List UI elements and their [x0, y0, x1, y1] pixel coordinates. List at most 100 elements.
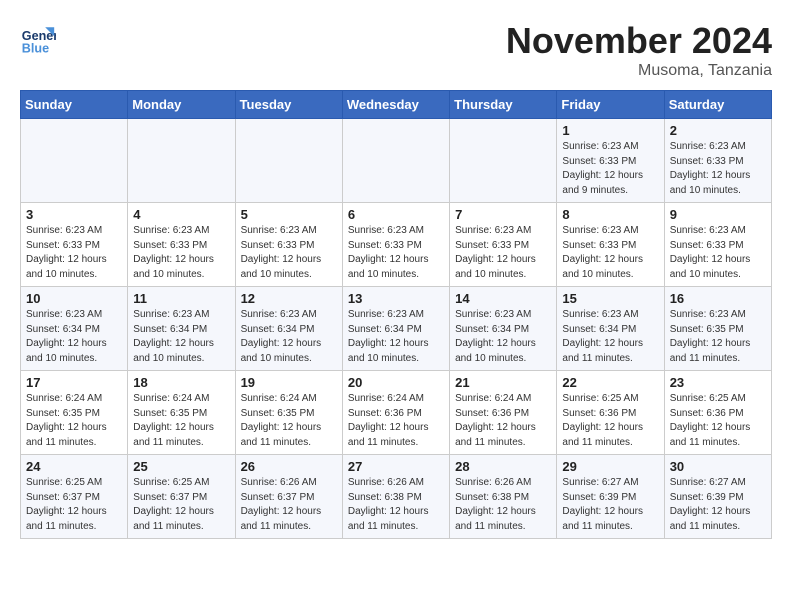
day-number: 8	[562, 207, 658, 222]
day-cell-6: 6Sunrise: 6:23 AM Sunset: 6:33 PM Daylig…	[342, 203, 449, 287]
day-number: 19	[241, 375, 337, 390]
day-cell-19: 19Sunrise: 6:24 AM Sunset: 6:35 PM Dayli…	[235, 371, 342, 455]
week-row-2: 10Sunrise: 6:23 AM Sunset: 6:34 PM Dayli…	[21, 287, 772, 371]
month-title: November 2024	[506, 20, 772, 62]
day-number: 4	[133, 207, 229, 222]
day-info: Sunrise: 6:26 AM Sunset: 6:38 PM Dayligh…	[348, 476, 444, 534]
day-number: 13	[348, 291, 444, 306]
day-info: Sunrise: 6:23 AM Sunset: 6:33 PM Dayligh…	[26, 224, 122, 282]
day-number: 21	[455, 375, 551, 390]
day-cell-27: 27 Sunrise: 6:26 AM Sunset: 6:38 PM Dayli…	[342, 455, 449, 539]
day-info: Sunrise: 6:24 AM Sunset: 6:36 PM Dayligh…	[348, 392, 444, 450]
day-number: 22	[562, 375, 658, 390]
day-info: Sunrise: 6:25 AM Sunset: 6:37 PM Dayligh…	[133, 476, 229, 534]
day-info: Sunrise: 6:23 AM Sunset: 6:34 PM Dayligh…	[26, 308, 122, 366]
day-info: Sunrise: 6:26 AM Sunset: 6:38 PM Dayligh…	[455, 476, 551, 534]
day-info: Sunrise: 6:25 AM Sunset: 6:36 PM Dayligh…	[562, 392, 658, 450]
day-number: 23	[670, 375, 766, 390]
day-cell-29: 29 Sunrise: 6:27 AM Sunset: 6:39 PM Dayli…	[557, 455, 664, 539]
day-info: Sunrise: 6:24 AM Sunset: 6:35 PM Dayligh…	[133, 392, 229, 450]
day-info: Sunrise: 6:23 AM Sunset: 6:33 PM Dayligh…	[241, 224, 337, 282]
day-info: Sunrise: 6:23 AM Sunset: 6:33 PM Dayligh…	[133, 224, 229, 282]
weekday-header-thursday: Thursday	[450, 91, 557, 119]
day-cell-14: 14 Sunrise: 6:23 AM Sunset: 6:34 PM Dayli…	[450, 287, 557, 371]
week-row-0: 1Sunrise: 6:23 AM Sunset: 6:33 PM Daylig…	[21, 119, 772, 203]
empty-cell	[128, 119, 235, 203]
day-cell-16: 16 Sunrise: 6:23 AM Sunset: 6:35 PM Dayli…	[664, 287, 771, 371]
day-number: 26	[241, 459, 337, 474]
empty-cell	[21, 119, 128, 203]
day-info: Sunrise: 6:23 AM Sunset: 6:33 PM Dayligh…	[670, 224, 766, 282]
day-cell-23: 23 Sunrise: 6:25 AM Sunset: 6:36 PM Dayli…	[664, 371, 771, 455]
day-number: 3	[26, 207, 122, 222]
day-cell-24: 24 Sunrise: 6:25 AM Sunset: 6:37 PM Dayli…	[21, 455, 128, 539]
day-cell-10: 10Sunrise: 6:23 AM Sunset: 6:34 PM Dayli…	[21, 287, 128, 371]
weekday-header-wednesday: Wednesday	[342, 91, 449, 119]
weekday-header-tuesday: Tuesday	[235, 91, 342, 119]
day-number: 17	[26, 375, 122, 390]
logo: General Blue	[20, 20, 56, 56]
empty-cell	[235, 119, 342, 203]
day-number: 14	[455, 291, 551, 306]
weekday-header-row: SundayMondayTuesdayWednesdayThursdayFrid…	[21, 91, 772, 119]
day-info: Sunrise: 6:26 AM Sunset: 6:37 PM Dayligh…	[241, 476, 337, 534]
day-info: Sunrise: 6:27 AM Sunset: 6:39 PM Dayligh…	[670, 476, 766, 534]
week-row-4: 24 Sunrise: 6:25 AM Sunset: 6:37 PM Dayli…	[21, 455, 772, 539]
day-cell-28: 28Sunrise: 6:26 AM Sunset: 6:38 PM Dayli…	[450, 455, 557, 539]
day-cell-7: 7 Sunrise: 6:23 AM Sunset: 6:33 PM Daylig…	[450, 203, 557, 287]
day-cell-11: 11 Sunrise: 6:23 AM Sunset: 6:34 PM Dayli…	[128, 287, 235, 371]
day-number: 27	[348, 459, 444, 474]
day-cell-22: 22 Sunrise: 6:25 AM Sunset: 6:36 PM Dayli…	[557, 371, 664, 455]
day-info: Sunrise: 6:23 AM Sunset: 6:35 PM Dayligh…	[670, 308, 766, 366]
day-number: 15	[562, 291, 658, 306]
day-number: 7	[455, 207, 551, 222]
day-cell-30: 30 Sunrise: 6:27 AM Sunset: 6:39 PM Dayli…	[664, 455, 771, 539]
week-row-1: 3 Sunrise: 6:23 AM Sunset: 6:33 PM Daylig…	[21, 203, 772, 287]
day-info: Sunrise: 6:23 AM Sunset: 6:34 PM Dayligh…	[562, 308, 658, 366]
day-number: 11	[133, 291, 229, 306]
day-number: 30	[670, 459, 766, 474]
day-cell-12: 12 Sunrise: 6:23 AM Sunset: 6:34 PM Dayli…	[235, 287, 342, 371]
day-cell-5: 5 Sunrise: 6:23 AM Sunset: 6:33 PM Daylig…	[235, 203, 342, 287]
empty-cell	[450, 119, 557, 203]
day-cell-9: 9 Sunrise: 6:23 AM Sunset: 6:33 PM Daylig…	[664, 203, 771, 287]
day-cell-13: 13 Sunrise: 6:23 AM Sunset: 6:34 PM Dayli…	[342, 287, 449, 371]
day-info: Sunrise: 6:23 AM Sunset: 6:34 PM Dayligh…	[348, 308, 444, 366]
weekday-header-sunday: Sunday	[21, 91, 128, 119]
day-info: Sunrise: 6:23 AM Sunset: 6:34 PM Dayligh…	[133, 308, 229, 366]
empty-cell	[342, 119, 449, 203]
calendar: SundayMondayTuesdayWednesdayThursdayFrid…	[20, 90, 772, 539]
day-number: 25	[133, 459, 229, 474]
day-info: Sunrise: 6:27 AM Sunset: 6:39 PM Dayligh…	[562, 476, 658, 534]
weekday-header-saturday: Saturday	[664, 91, 771, 119]
day-cell-8: 8Sunrise: 6:23 AM Sunset: 6:33 PM Daylig…	[557, 203, 664, 287]
weekday-header-friday: Friday	[557, 91, 664, 119]
day-number: 2	[670, 123, 766, 138]
day-number: 29	[562, 459, 658, 474]
day-number: 6	[348, 207, 444, 222]
day-info: Sunrise: 6:23 AM Sunset: 6:34 PM Dayligh…	[455, 308, 551, 366]
day-info: Sunrise: 6:23 AM Sunset: 6:33 PM Dayligh…	[455, 224, 551, 282]
day-cell-15: 15 Sunrise: 6:23 AM Sunset: 6:34 PM Dayli…	[557, 287, 664, 371]
day-number: 12	[241, 291, 337, 306]
day-cell-18: 18 Sunrise: 6:24 AM Sunset: 6:35 PM Dayli…	[128, 371, 235, 455]
day-info: Sunrise: 6:23 AM Sunset: 6:34 PM Dayligh…	[241, 308, 337, 366]
day-cell-26: 26 Sunrise: 6:26 AM Sunset: 6:37 PM Dayli…	[235, 455, 342, 539]
day-info: Sunrise: 6:25 AM Sunset: 6:36 PM Dayligh…	[670, 392, 766, 450]
day-cell-20: 20Sunrise: 6:24 AM Sunset: 6:36 PM Dayli…	[342, 371, 449, 455]
week-row-3: 17 Sunrise: 6:24 AM Sunset: 6:35 PM Dayli…	[21, 371, 772, 455]
svg-text:Blue: Blue	[22, 41, 49, 55]
weekday-header-monday: Monday	[128, 91, 235, 119]
day-number: 5	[241, 207, 337, 222]
day-info: Sunrise: 6:25 AM Sunset: 6:37 PM Dayligh…	[26, 476, 122, 534]
day-number: 16	[670, 291, 766, 306]
day-info: Sunrise: 6:23 AM Sunset: 6:33 PM Dayligh…	[670, 140, 766, 198]
day-number: 9	[670, 207, 766, 222]
day-cell-17: 17 Sunrise: 6:24 AM Sunset: 6:35 PM Dayli…	[21, 371, 128, 455]
title-block: November 2024 Musoma, Tanzania	[506, 20, 772, 80]
day-number: 18	[133, 375, 229, 390]
logo-icon: General Blue	[20, 20, 56, 56]
day-cell-2: 2 Sunrise: 6:23 AM Sunset: 6:33 PM Daylig…	[664, 119, 771, 203]
day-info: Sunrise: 6:24 AM Sunset: 6:35 PM Dayligh…	[26, 392, 122, 450]
day-number: 24	[26, 459, 122, 474]
